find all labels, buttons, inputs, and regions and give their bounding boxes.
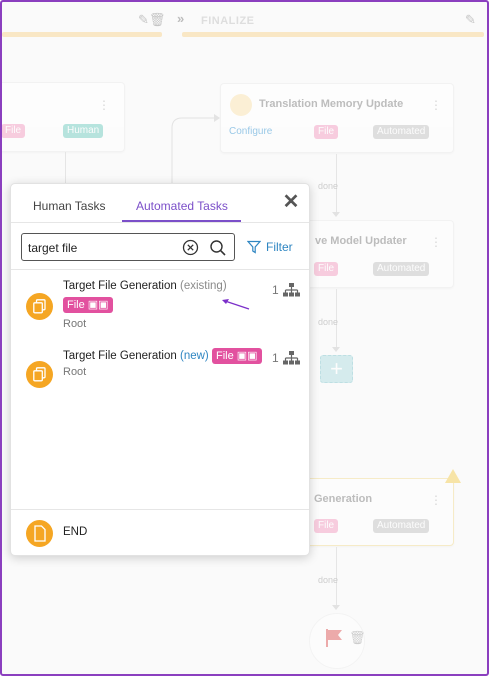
tab-automated-tasks[interactable]: Automated Tasks: [136, 199, 228, 213]
result-subtitle: Root: [63, 366, 87, 378]
kebab-menu-icon[interactable]: ⋮: [430, 98, 442, 112]
stage-edit-delete-icons[interactable]: ✎🗑: [138, 12, 165, 28]
automated-tag: Automated: [373, 125, 430, 139]
divider: [11, 509, 309, 510]
tab-bar: Human Tasks Automated Tasks ✕: [11, 184, 309, 223]
close-icon[interactable]: ✕: [281, 191, 301, 213]
configure-link[interactable]: Configure: [229, 126, 272, 137]
result-name: Target File Generation: [63, 350, 177, 363]
file-tag: File: [2, 124, 26, 138]
arrow-pointer-icon: [222, 299, 250, 310]
end-item[interactable]: END: [63, 526, 87, 538]
flag-icon: [326, 629, 342, 647]
task-picker-panel: Human Tasks Automated Tasks ✕ Filter: [10, 183, 310, 556]
card-title: Translation Memory Update: [259, 98, 404, 110]
done-label: done: [318, 575, 339, 585]
hierarchy-icon[interactable]: [283, 351, 300, 365]
result-title: Target File Generation (new) File ▣▣: [63, 348, 262, 364]
task-copy-icon: [26, 361, 53, 388]
search-box[interactable]: [21, 233, 235, 261]
left-task-card[interactable]: ⋮ File Human: [2, 82, 125, 152]
automated-tag: Automated: [373, 262, 430, 276]
stage-bar-left: [2, 32, 162, 37]
kebab-menu-icon[interactable]: ⋮: [430, 493, 442, 507]
result-tag-wrap: File ▣▣: [63, 297, 113, 313]
tab-human-tasks[interactable]: Human Tasks: [33, 199, 105, 213]
result-count: 1: [272, 283, 279, 297]
search-input[interactable]: [28, 239, 176, 256]
file-tag: File: [314, 262, 339, 276]
kebab-menu-icon[interactable]: ⋮: [98, 98, 110, 112]
result-item[interactable]: Target File Generation (new) File ▣▣ Roo…: [11, 339, 309, 401]
card-title: Generation: [314, 493, 373, 505]
divider: [11, 269, 309, 270]
hierarchy-icon[interactable]: [283, 283, 300, 297]
result-status: (existing): [180, 280, 227, 292]
branch-connector: [171, 114, 220, 186]
clear-icon[interactable]: [182, 239, 199, 256]
chevron-right-icon[interactable]: »: [177, 11, 184, 26]
file-tag: File: [314, 519, 339, 533]
file-tag: File: [314, 125, 339, 139]
file-tag: File ▣▣: [211, 348, 262, 364]
task-copy-icon: [26, 293, 53, 320]
arrow-down-icon: [332, 212, 340, 217]
result-subtitle: Root: [63, 318, 87, 330]
result-status: (new): [180, 350, 209, 363]
task-icon: [230, 94, 252, 116]
search-icon[interactable]: [209, 239, 227, 257]
result-title: Target File Generation (existing): [63, 280, 227, 292]
arrow-down-icon: [332, 605, 340, 610]
result-name: Target File Generation: [63, 280, 177, 292]
active-tab-indicator: [122, 220, 241, 222]
stage-edit-icon[interactable]: ✎: [465, 12, 476, 28]
file-tag: File ▣▣: [63, 297, 113, 313]
filter-icon: [247, 240, 261, 254]
trash-icon[interactable]: 🗑: [349, 630, 366, 646]
result-count: 1: [272, 351, 279, 365]
warning-icon: [445, 469, 461, 483]
card-title: ve Model Updater: [315, 235, 407, 247]
kebab-menu-icon[interactable]: ⋮: [430, 235, 442, 249]
result-item[interactable]: Target File Generation (existing) File ▣…: [11, 271, 309, 333]
stage-title: FINALIZE: [201, 15, 255, 27]
automated-tag: Automated: [373, 519, 430, 533]
app-frame: ✎🗑 » FINALIZE ✎ ⋮ File Human Translation…: [0, 0, 489, 676]
human-tag: Human: [63, 124, 104, 138]
stage-bar-finalize: [182, 32, 484, 37]
translation-memory-card[interactable]: Translation Memory Update ⋮ Configure Fi…: [220, 83, 454, 153]
arrow-down-icon: [332, 347, 340, 352]
connector-line: [65, 152, 66, 184]
add-task-button[interactable]: +: [320, 355, 353, 383]
done-label: done: [318, 181, 339, 191]
filter-label: Filter: [266, 240, 293, 254]
end-document-icon: [26, 520, 53, 547]
done-label: done: [318, 317, 339, 327]
filter-button[interactable]: Filter: [247, 238, 293, 256]
